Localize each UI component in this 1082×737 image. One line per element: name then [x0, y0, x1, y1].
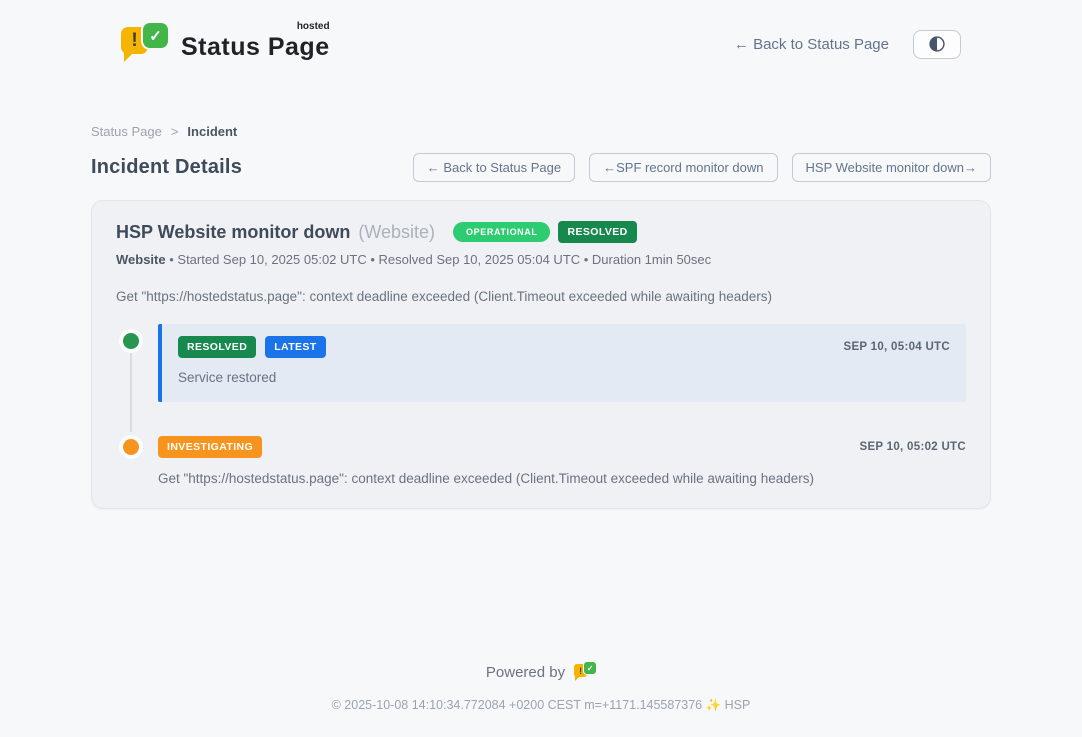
statuspage-mini-logo-icon[interactable]: ! ✓	[574, 662, 596, 682]
latest-badge: LATEST	[265, 336, 325, 358]
incident-component: (Website)	[358, 222, 435, 243]
logo-check-icon: ✓	[143, 23, 168, 48]
timeline-timestamp: SEP 10, 05:02 UTC	[859, 441, 966, 453]
timeline-dot-investigating	[123, 439, 139, 455]
timeline-badges: INVESTIGATING	[158, 436, 262, 458]
incident-title: HSP Website monitor down	[116, 222, 350, 243]
title-row: Incident Details ← Back to Status Page ←…	[91, 153, 991, 182]
incident-timeline: RESOLVED LATEST SEP 10, 05:04 UTC Servic…	[116, 330, 966, 486]
timeline-update-header: RESOLVED LATEST SEP 10, 05:04 UTC	[178, 336, 950, 358]
timeline-entry-resolved: RESOLVED LATEST SEP 10, 05:04 UTC Servic…	[116, 330, 966, 402]
main-content: Status Page > Incident Incident Details …	[91, 72, 991, 509]
resolved-state-badge: RESOLVED	[558, 221, 636, 243]
timeline-entry-investigating: INVESTIGATING SEP 10, 05:02 UTC Get "htt…	[116, 436, 966, 486]
timeline-badges: RESOLVED LATEST	[178, 336, 326, 358]
operational-status-badge: OPERATIONAL	[453, 222, 550, 242]
contrast-icon	[927, 34, 947, 54]
incident-meta: Website • Started Sep 10, 2025 05:02 UTC…	[116, 252, 966, 267]
header-actions: ← Back to Status Page	[734, 30, 961, 59]
back-to-status-page-link[interactable]: ← Back to Status Page	[734, 36, 889, 53]
page-title: Incident Details	[91, 156, 242, 179]
breadcrumb-incident: Incident	[187, 124, 237, 139]
statuspage-logo-icon: ! ✓	[121, 23, 169, 65]
logo-wordmark: Status Page hosted	[181, 23, 330, 62]
powered-by: Powered by ! ✓	[0, 662, 1082, 682]
breadcrumb: Status Page > Incident	[91, 124, 991, 139]
logo-text: Status Page	[181, 33, 330, 61]
header: ! ✓ Status Page hosted ← Back to Status …	[91, 0, 991, 72]
timeline-timestamp: SEP 10, 05:04 UTC	[843, 341, 950, 353]
back-to-status-page-button[interactable]: ← Back to Status Page	[413, 153, 575, 182]
next-incident-button[interactable]: HSP Website monitor down→	[792, 153, 991, 182]
breadcrumb-separator: >	[171, 124, 179, 139]
incident-card-header: HSP Website monitor down (Website) OPERA…	[116, 221, 966, 243]
incident-nav-buttons: ← Back to Status Page ←SPF record monito…	[413, 153, 991, 182]
resolved-badge: RESOLVED	[178, 336, 256, 358]
incident-meta-component: Website	[116, 252, 166, 267]
incident-description: Get "https://hostedstatus.page": context…	[116, 289, 966, 304]
copyright-text: © 2025-10-08 14:10:34.772084 +0200 CEST …	[0, 698, 1082, 713]
timeline-update-latest: RESOLVED LATEST SEP 10, 05:04 UTC Servic…	[158, 324, 966, 402]
incident-card: HSP Website monitor down (Website) OPERA…	[91, 200, 991, 509]
powered-by-label: Powered by	[486, 664, 565, 681]
timeline-update-header: INVESTIGATING SEP 10, 05:02 UTC	[158, 436, 966, 458]
statuspage-logo[interactable]: ! ✓ Status Page hosted	[121, 23, 330, 65]
timeline-update-investigating: INVESTIGATING SEP 10, 05:02 UTC Get "htt…	[158, 436, 966, 486]
incident-meta-times: • Started Sep 10, 2025 05:02 UTC • Resol…	[169, 252, 711, 267]
breadcrumb-status-page[interactable]: Status Page	[91, 124, 162, 139]
timeline-message: Get "https://hostedstatus.page": context…	[158, 471, 966, 486]
footer: Powered by ! ✓ © 2025-10-08 14:10:34.772…	[0, 662, 1082, 737]
timeline-dot-resolved	[123, 333, 139, 349]
prev-incident-button[interactable]: ←SPF record monitor down	[589, 153, 777, 182]
investigating-badge: INVESTIGATING	[158, 436, 262, 458]
theme-toggle-button[interactable]	[913, 30, 961, 59]
mini-logo-check-icon: ✓	[584, 662, 596, 674]
timeline-message: Service restored	[178, 370, 950, 385]
logo-superscript: hosted	[297, 21, 330, 32]
